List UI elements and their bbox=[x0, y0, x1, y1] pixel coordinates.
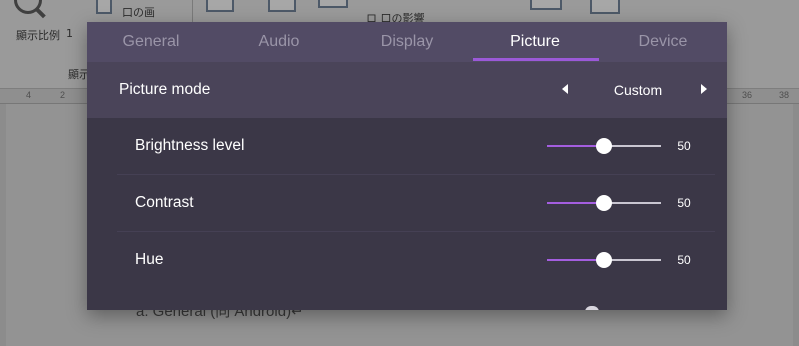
next-mode-icon[interactable] bbox=[701, 84, 707, 94]
picture-mode-row[interactable]: Picture mode Custom bbox=[87, 62, 727, 118]
hue-row[interactable]: Hue 50 bbox=[87, 232, 727, 288]
ruler-number: 38 bbox=[779, 90, 790, 100]
ruler-number: 36 bbox=[742, 90, 753, 100]
zoom-icon[interactable] bbox=[14, 0, 42, 14]
hue-slider-thumb[interactable] bbox=[596, 252, 612, 268]
zoom-value: 1 bbox=[66, 27, 73, 40]
macros-icon[interactable] bbox=[590, 0, 620, 14]
ruler-number: 4 bbox=[26, 90, 32, 100]
ruler-number: 2 bbox=[60, 90, 66, 100]
hue-value: 50 bbox=[677, 253, 691, 267]
brightness-value: 50 bbox=[677, 139, 691, 153]
previous-mode-icon[interactable] bbox=[562, 84, 568, 94]
tab-general[interactable]: General bbox=[87, 22, 215, 62]
brightness-slider[interactable] bbox=[547, 138, 661, 154]
zoom-label[interactable]: 顯示比例 bbox=[16, 27, 60, 43]
contrast-slider[interactable] bbox=[547, 195, 661, 211]
contrast-row[interactable]: Contrast 50 bbox=[87, 175, 727, 231]
picture-mode-value: Custom bbox=[613, 82, 663, 98]
tab-audio[interactable]: Audio bbox=[215, 22, 343, 62]
switch-window-icon[interactable] bbox=[530, 0, 562, 10]
hue-label: Hue bbox=[135, 251, 164, 268]
split-icon[interactable] bbox=[318, 0, 348, 8]
tab-display[interactable]: Display bbox=[343, 22, 471, 62]
next-slider-thumb-partial bbox=[585, 306, 599, 310]
active-tab-indicator bbox=[473, 58, 599, 61]
tab-picture[interactable]: Picture bbox=[471, 22, 599, 62]
settings-panel: General Audio Display Picture Device Pic… bbox=[87, 22, 727, 310]
page-layout-icon[interactable] bbox=[96, 0, 112, 14]
contrast-value: 50 bbox=[677, 196, 691, 210]
hue-slider[interactable] bbox=[547, 252, 661, 268]
arrange-all-icon[interactable] bbox=[268, 0, 296, 12]
brightness-row[interactable]: Brightness level 50 bbox=[87, 118, 727, 174]
new-window-icon[interactable] bbox=[206, 0, 234, 12]
ribbon-tool-label[interactable]: 口の画 bbox=[122, 4, 155, 20]
brightness-label: Brightness level bbox=[135, 137, 245, 154]
settings-tabbar: General Audio Display Picture Device bbox=[87, 22, 727, 62]
brightness-slider-thumb[interactable] bbox=[596, 138, 612, 154]
contrast-label: Contrast bbox=[135, 194, 194, 211]
picture-mode-label: Picture mode bbox=[119, 81, 211, 98]
contrast-slider-thumb[interactable] bbox=[596, 195, 612, 211]
tab-device[interactable]: Device bbox=[599, 22, 727, 62]
